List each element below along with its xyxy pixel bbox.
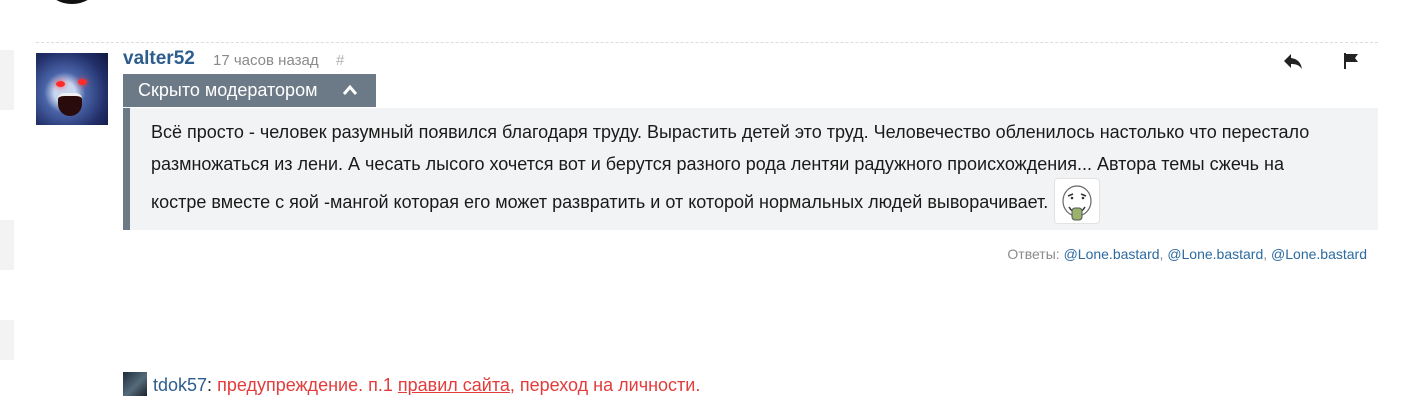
avatar[interactable] (36, 53, 108, 125)
page-edge-shadow (0, 320, 14, 360)
moderator-note: tdok57: предупреждение. п.1 правил сайта… (123, 372, 700, 396)
page-edge-shadow (0, 50, 14, 110)
avatar-eye (78, 79, 87, 85)
flag-icon[interactable] (1340, 50, 1362, 72)
reply-link[interactable]: @Lone.bastard (1064, 246, 1160, 262)
avatar-eye (56, 81, 65, 87)
comment-text: Всё просто - человек разумный появился б… (151, 122, 1310, 212)
comment-body: Всё просто - человек разумный появился б… (123, 108, 1378, 230)
comment-permalink[interactable]: # (336, 52, 344, 69)
site-rules-link[interactable]: правил сайта (398, 375, 510, 395)
comment-divider (36, 42, 1378, 43)
moderator-colon: : (207, 375, 213, 395)
moderator-avatar[interactable] (123, 372, 147, 396)
hidden-by-moderator-toggle[interactable]: Скрыто модератором (123, 74, 376, 107)
chevron-up-icon (342, 84, 358, 95)
hidden-by-moderator-label: Скрыто модератором (138, 80, 318, 100)
replies-label: Ответы: (1007, 246, 1060, 262)
previous-comment-avatar (40, 0, 104, 4)
moderator-name[interactable]: tdok57 (153, 375, 207, 395)
comment-author[interactable]: valter52 (123, 48, 195, 70)
avatar-mouth (58, 93, 82, 116)
reply-link[interactable]: @Lone.bastard (1271, 246, 1367, 262)
warning-text-end: , переход на личности. (509, 375, 701, 395)
comment-time: 17 часов назад (213, 52, 319, 69)
troll-smiley-icon (1054, 178, 1101, 224)
page-edge-shadow (0, 220, 14, 270)
warning-text: предупреждение. п.1 (217, 375, 393, 395)
replies-line: Ответы: @Lone.bastard, @Lone.bastard, @L… (1007, 246, 1367, 262)
reply-link[interactable]: @Lone.bastard (1167, 246, 1263, 262)
reply-icon[interactable] (1282, 50, 1304, 72)
